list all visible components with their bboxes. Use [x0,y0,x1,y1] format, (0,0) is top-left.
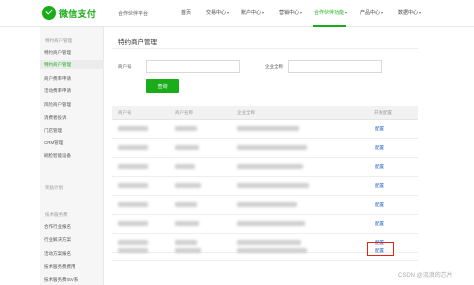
chevron-down-icon [262,11,265,14]
sidebar-item-industry-signup[interactable]: 合作行业报名 [44,224,71,230]
nav-marketing-label: 营销中心 [279,10,300,16]
table-row: 配置 [112,139,418,158]
nav-product-label: 产品中心 [360,10,381,16]
col-dev-config: 开发配置 [374,110,392,115]
nav-marketing-center[interactable]: 营销中心 [279,9,303,16]
sidebar-item-face-devices[interactable]: 刷脸智能设备 [44,153,71,159]
sidebar-item-crm[interactable]: CRM管理 [44,140,63,146]
nav-partner-label: 合作伙伴功能 [314,10,345,16]
redacted-cell [118,183,148,188]
platform-label: 合作伙伴平台 [118,11,149,17]
redacted-cell [237,183,309,188]
table-row: 配置 [112,215,418,234]
chevron-down-icon [300,11,303,14]
redacted-cell [237,164,303,169]
sidebar-group-rewards[interactable]: 奖励计划 [45,185,63,191]
redacted-cell [237,126,299,131]
redacted-cell [237,248,307,253]
table-row: 配置 [112,120,418,139]
redacted-cell [237,221,305,226]
red-highlight-box [367,242,394,256]
redacted-cell [175,126,197,131]
redacted-cell [175,183,201,188]
config-link[interactable]: 配置 [375,183,384,189]
chevron-down-icon [227,11,230,14]
redacted-cell [118,145,148,150]
nav-account-label: 账户中心 [241,10,262,16]
active-nav-underline [313,25,346,27]
nav-home[interactable]: 首页 [181,9,191,16]
sidebar-item-rate-apply[interactable]: 商户费率申请 [44,76,71,82]
nav-partner-functions[interactable]: 合作伙伴功能 [314,9,348,16]
sidebar-item-activity-rate[interactable]: 活动费率申请 [44,88,71,94]
wechat-pay-icon [42,6,56,20]
sidebar-group-merchant: 特约商户管理 [45,38,72,43]
table-row: 配置 [112,177,418,196]
sidebar-item-complaints[interactable]: 消费者投诉 [44,115,67,121]
sidebar-item-tech-fee-isv[interactable]: 技术服务费ISV系 [44,277,78,283]
nav-data-label: 数据中心 [398,10,419,16]
config-link[interactable]: 配置 [375,145,384,151]
redacted-cell [118,248,148,253]
redacted-cell [237,145,307,150]
wechat-pay-logo[interactable]: 微信支付 [42,6,96,20]
config-link[interactable]: 配置 [375,221,384,227]
sidebar-item-industry-solutions[interactable]: 行业解决方案 [44,237,71,243]
sidebar-item-merchant-manage-active[interactable]: 特约商户管理 [44,62,71,68]
col-merchant-name: 商户名称 [175,110,193,115]
config-link[interactable]: 配置 [375,126,384,132]
redacted-cell [118,126,148,131]
sidebar-item-tech-fee-cost[interactable]: 技术服务费费用 [44,264,76,270]
sidebar-item-merchant-manage-1[interactable]: 特约商户管理 [44,50,71,56]
redacted-cell [175,145,199,150]
sidebar-group-tech-fee: 技术服务费 [45,212,68,217]
redacted-cell [118,164,148,169]
redacted-cell [237,202,297,207]
redacted-cell [175,164,195,169]
nav-product-center[interactable]: 产品中心 [360,9,384,16]
company-name-input[interactable] [288,60,382,73]
redacted-cell [118,221,148,226]
config-link[interactable]: 配置 [375,202,384,208]
page-title: 特约商户管理 [118,39,157,46]
title-divider [112,48,418,49]
nav-trade-label: 交易中心 [206,10,227,16]
table-row: 配置 [112,158,418,177]
config-link[interactable]: 配置 [375,164,384,170]
csdn-watermark: CSDN @流浪的芯片 [398,273,453,279]
chevron-down-icon [419,11,422,14]
table-row: 配置 [112,196,418,215]
chevron-down-icon [381,11,384,14]
chevron-down-icon [345,11,348,14]
merchant-id-label: 商户号 [118,64,132,69]
logo-text: 微信支付 [59,8,97,19]
sidebar: 特约商户管理 特约商户管理 特约商户管理 商户费率申请 活动费率申请 风险商户管… [40,27,104,285]
sidebar-item-stores[interactable]: 门店管理 [44,128,62,134]
nav-data-center[interactable]: 数据中心 [398,9,422,16]
table-header: 商户号 商户名称 企业全称 开发配置 [112,106,418,120]
sidebar-item-risk-merchant[interactable]: 风险商户管理 [44,102,71,108]
sidebar-item-activity-signup[interactable]: 活动方案报名 [44,251,71,257]
redacted-cell [118,202,148,207]
top-header: 微信支付 合作伙伴平台 首页 交易中心 账户中心 营销中心 合作伙伴功能 产品中… [0,0,474,27]
company-name-label: 企业全称 [265,64,283,69]
query-button[interactable]: 查询 [146,79,179,93]
nav-trade-center[interactable]: 交易中心 [206,9,230,16]
col-merchant-id: 商户号 [118,110,132,115]
merchant-id-input[interactable] [146,60,240,73]
redacted-cell [175,248,201,253]
col-company-name: 企业全称 [237,110,255,115]
redacted-cell [175,202,197,207]
redacted-cell [175,221,199,226]
nav-account-center[interactable]: 账户中心 [241,9,265,16]
